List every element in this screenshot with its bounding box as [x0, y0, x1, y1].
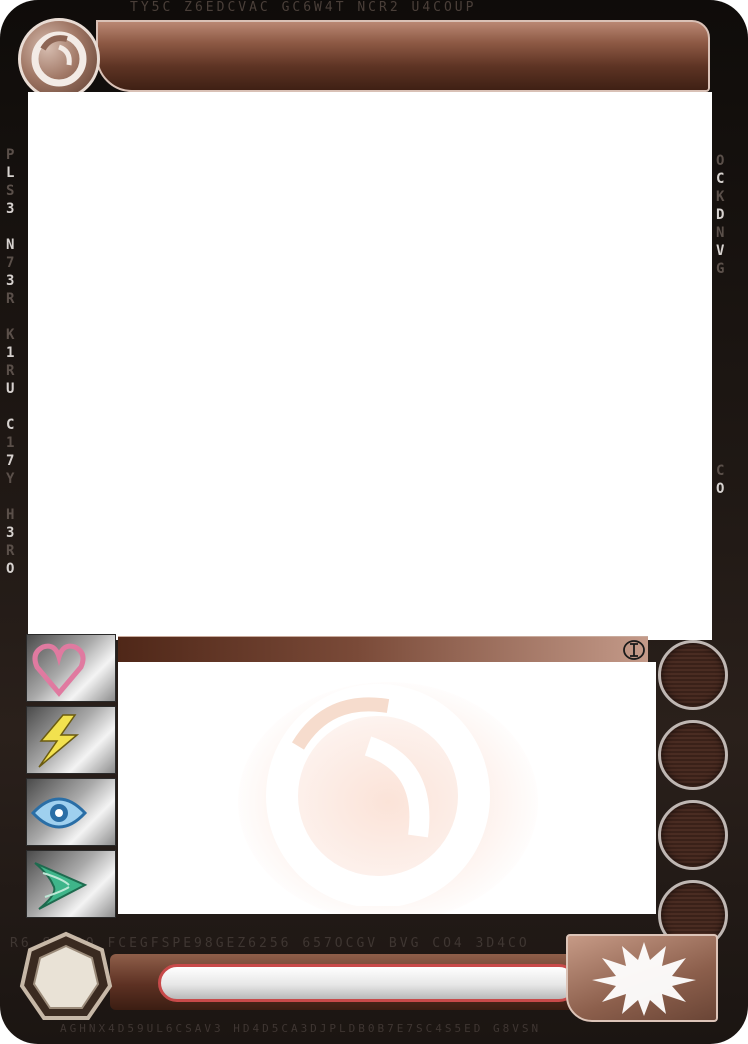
circuit-text-top: TY5C Z6EDCVAC GC6W4T NCR2 U4COUP: [130, 0, 477, 15]
circuit-glyph: V: [716, 243, 725, 259]
energy-slot: [658, 800, 728, 870]
effect-header-bar: [118, 636, 648, 663]
bottom-text-field: [158, 964, 578, 1002]
circuit-glyph: 7: [6, 453, 15, 469]
circuit-glyph: O: [716, 481, 725, 497]
stat-tile-speed: [26, 850, 116, 918]
card-art-area: [28, 92, 712, 640]
circuit-glyph: 1: [6, 345, 15, 361]
circuit-glyph: C: [716, 171, 725, 187]
stat-tile-eye: [26, 778, 116, 846]
circuit-glyph: G: [716, 261, 725, 277]
starburst-icon: [592, 942, 696, 1016]
card-name-bar: [96, 20, 710, 92]
circuit-glyph: K: [6, 327, 15, 343]
stat-tile-heart: [26, 634, 116, 702]
swirl-watermark-icon: [266, 684, 490, 906]
circuit-glyph: 3: [6, 525, 15, 541]
circuit-text-right: OCKDNVG: [716, 152, 724, 278]
circuit-glyph: L: [6, 165, 15, 181]
circuit-text-right-2: CO: [716, 462, 724, 498]
circuit-glyph: O: [716, 153, 725, 169]
lightning-icon: [38, 714, 80, 768]
type-emblem: [18, 18, 100, 100]
circuit-glyph: D: [716, 207, 725, 223]
circuit-glyph: C: [716, 463, 725, 479]
energy-slot: [658, 640, 728, 710]
circuit-glyph: N: [716, 225, 725, 241]
circuit-glyph: 3: [6, 273, 15, 289]
eye-icon: [30, 797, 88, 829]
circuit-glyph: H: [6, 507, 15, 523]
circuit-glyph: 7: [6, 255, 15, 271]
circuit-glyph: K: [716, 189, 725, 205]
circuit-glyph: C: [6, 417, 15, 433]
energy-slot: [658, 720, 728, 790]
circuit-glyph: R: [6, 363, 15, 379]
circuit-glyph: O: [6, 561, 15, 577]
power-badge: [566, 934, 718, 1022]
stat-tile-lightning: [26, 706, 116, 774]
card-frame: TY5C Z6EDCVAC GC6W4T NCR2 U4COUP R6 SCKD…: [0, 0, 748, 1044]
circuit-glyph: 3: [6, 201, 15, 217]
circuit-glyph: N: [6, 237, 15, 253]
level-badge-heptagon-icon: [19, 931, 113, 1020]
effect-text-box: [118, 662, 656, 914]
speed-arrow-icon: [34, 862, 88, 910]
circuit-glyph: R: [6, 543, 15, 559]
circuit-glyph: P: [6, 147, 15, 163]
circuit-glyph: U: [6, 381, 15, 397]
circuit-glyph: R: [6, 291, 15, 307]
swirl-icon: [31, 31, 87, 87]
stat-column: [26, 634, 118, 922]
circuit-glyph: 1: [6, 435, 15, 451]
rarity-icon: [623, 640, 645, 660]
circuit-text-bottom-2: AGHNX4D59UL6CSAV3 HD4D5CA3DJPLDB0B7E7SC4…: [60, 1022, 542, 1035]
circuit-glyph: S: [6, 183, 15, 199]
energy-column: [658, 640, 728, 960]
circuit-glyph: Y: [6, 471, 15, 487]
heart-icon: [32, 643, 86, 697]
circuit-text-left: PLS3N73RK1RUC17YH3RO: [6, 146, 14, 578]
